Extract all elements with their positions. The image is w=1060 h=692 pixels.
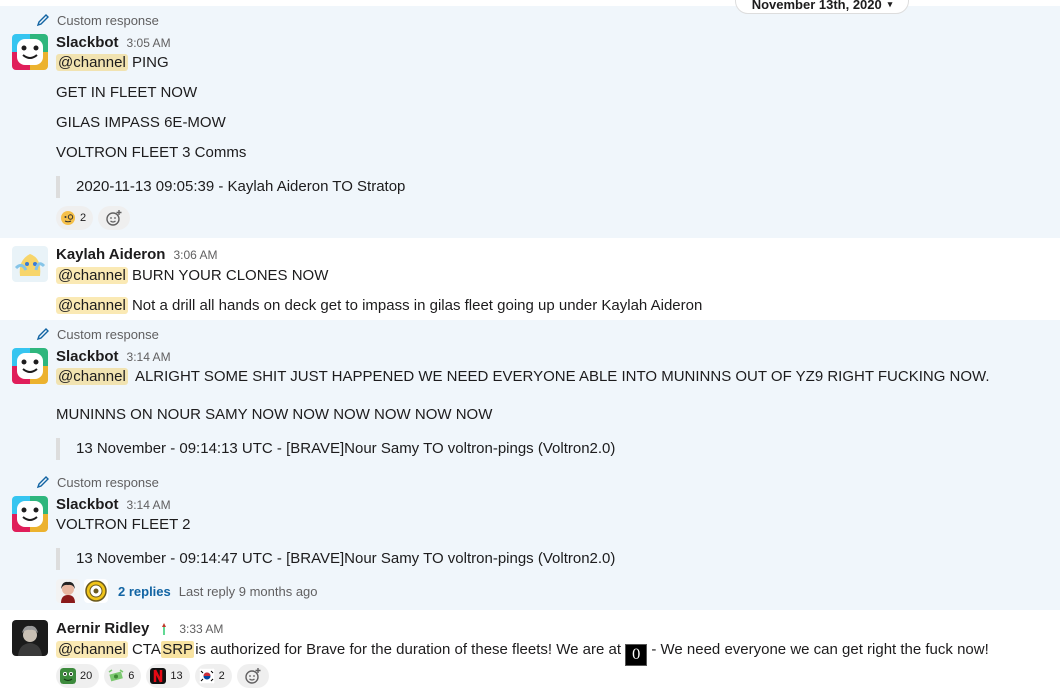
date-divider-label: November 13th, 2020 xyxy=(751,0,882,12)
quote-block: 13 November - 09:14:13 UTC - [BRAVE]Nour… xyxy=(56,438,615,460)
message-line: @channel Not a drill all hands on deck g… xyxy=(56,297,702,314)
add-emoji-icon xyxy=(106,210,122,226)
message-kaylah-aideron: Kaylah Aideron 3:06 AM @channel BURN YOU… xyxy=(0,238,1060,320)
add-emoji-icon xyxy=(245,668,261,684)
message-slackbot-2: Custom response Slackbot 3:14 AM @channe… xyxy=(0,320,1060,610)
highlighted-keyword: SRP xyxy=(161,641,195,658)
message-aernir-ridley: Aernir Ridley 3:33 AM @channel CTA SRP i… xyxy=(0,610,1060,692)
author-name[interactable]: Slackbot xyxy=(56,348,119,365)
thread-participant-avatar xyxy=(56,579,80,603)
message-line: MUNINNS ON NOUR SAMY NOW NOW NOW NOW NOW… xyxy=(56,406,493,423)
timestamp[interactable]: 3:14 AM xyxy=(127,498,171,512)
message-text: PING xyxy=(131,54,169,71)
add-reaction-button[interactable] xyxy=(236,664,269,688)
message-header: Slackbot 3:14 AM xyxy=(56,496,171,514)
message-text: CTA xyxy=(131,641,161,658)
message-slackbot-1: Custom response Slackbot 3:05 AM @channe… xyxy=(0,6,1060,238)
message-line: @channel ALRIGHT SOME SHIT JUST HAPPENED… xyxy=(56,368,990,385)
reaction-pill[interactable]: 2 xyxy=(194,664,232,688)
channel-mention[interactable]: @channel xyxy=(56,368,128,385)
message-line: @channel PING xyxy=(56,54,169,71)
slackbot-avatar[interactable] xyxy=(12,34,48,70)
message-text: - We need everyone we can get right the … xyxy=(651,641,989,658)
user-avatar[interactable] xyxy=(12,246,48,282)
author-name[interactable]: Slackbot xyxy=(56,34,119,51)
message-line: @channel BURN YOUR CLONES NOW xyxy=(56,267,328,284)
custom-response-text: Custom response xyxy=(57,12,159,28)
message-header: Kaylah Aideron 3:06 AM xyxy=(56,246,218,264)
timestamp[interactable]: 3:05 AM xyxy=(127,36,171,50)
channel-mention[interactable]: @channel xyxy=(56,54,128,71)
thread-last-reply: Last reply 9 months ago xyxy=(178,583,318,599)
quote-block: 2020-11-13 09:05:39 - Kaylah Aideron TO … xyxy=(56,176,405,198)
message-line: GILAS IMPASS 6E-MOW xyxy=(56,114,226,131)
reaction-count: 13 xyxy=(170,670,183,682)
south-korea-flag-icon xyxy=(198,668,215,684)
message-text: is authorized for Brave for the duration… xyxy=(195,641,621,658)
message-text: Not a drill all hands on deck get to imp… xyxy=(131,297,703,314)
timestamp[interactable]: 3:33 AM xyxy=(179,622,223,636)
reaction-pill[interactable]: 6 xyxy=(104,664,142,688)
face-with-monocle-icon xyxy=(61,211,75,225)
quote-block: 13 November - 09:14:47 UTC - [BRAVE]Nour… xyxy=(56,548,615,570)
reaction-count: 6 xyxy=(128,670,135,682)
thread-summary[interactable]: 2 replies Last reply 9 months ago xyxy=(56,578,318,604)
reaction-count: 2 xyxy=(218,670,225,682)
custom-response-label: Custom response xyxy=(36,474,159,490)
custom-response-label: Custom response xyxy=(36,326,159,342)
thread-replies-link[interactable]: 2 replies xyxy=(118,584,171,599)
money-flying-icon xyxy=(108,669,124,682)
slackbot-avatar[interactable] xyxy=(12,496,48,532)
timestamp[interactable]: 3:06 AM xyxy=(173,248,217,262)
channel-mention[interactable]: @channel xyxy=(56,641,128,658)
message-line: VOLTRON FLEET 3 Comms xyxy=(56,144,247,161)
reaction-pill[interactable]: 2 xyxy=(56,206,94,230)
green-frog-icon xyxy=(60,668,76,684)
timestamp[interactable]: 3:14 AM xyxy=(127,350,171,364)
reaction-count: 20 xyxy=(80,670,93,682)
pencil-icon xyxy=(36,14,49,27)
pencil-icon xyxy=(36,328,49,341)
message-line: GET IN FLEET NOW xyxy=(56,84,198,101)
reaction-bar: 20 6 13 2 xyxy=(56,664,269,688)
message-line: VOLTRON FLEET 2 xyxy=(56,516,191,533)
chevron-down-icon: ▾ xyxy=(887,0,893,9)
author-name[interactable]: Slackbot xyxy=(56,496,119,513)
custom-response-label: Custom response xyxy=(36,12,159,28)
message-line: @channel CTA SRP is authorized for Brave… xyxy=(56,641,989,666)
message-text: ALRIGHT SOME SHIT JUST HAPPENED WE NEED … xyxy=(134,368,990,385)
date-divider-button[interactable]: November 13th, 2020 ▾ xyxy=(735,0,909,14)
pin-status-icon xyxy=(162,623,167,635)
message-text: BURN YOUR CLONES NOW xyxy=(131,267,329,284)
add-reaction-button[interactable] xyxy=(98,206,131,230)
message-header: Slackbot 3:05 AM xyxy=(56,34,171,52)
reaction-pill[interactable]: 13 xyxy=(146,664,190,688)
inline-image[interactable]: 0 xyxy=(625,644,648,666)
author-name[interactable]: Aernir Ridley xyxy=(56,620,149,637)
reaction-pill[interactable]: 20 xyxy=(56,664,100,688)
author-name[interactable]: Kaylah Aideron xyxy=(56,246,165,263)
slackbot-avatar[interactable] xyxy=(12,348,48,384)
reaction-count: 2 xyxy=(80,212,87,224)
pencil-icon xyxy=(36,476,49,489)
channel-mention[interactable]: @channel xyxy=(56,267,128,284)
netflix-n-icon xyxy=(150,668,167,684)
channel-mention[interactable]: @channel xyxy=(56,297,128,314)
thread-participant-avatar xyxy=(84,579,108,603)
custom-response-text: Custom response xyxy=(57,326,159,342)
reaction-bar: 2 xyxy=(56,206,131,230)
user-avatar[interactable] xyxy=(12,620,48,656)
message-header: Aernir Ridley 3:33 AM xyxy=(56,620,223,638)
message-header: Slackbot 3:14 AM xyxy=(56,348,171,366)
custom-response-text: Custom response xyxy=(57,474,159,490)
